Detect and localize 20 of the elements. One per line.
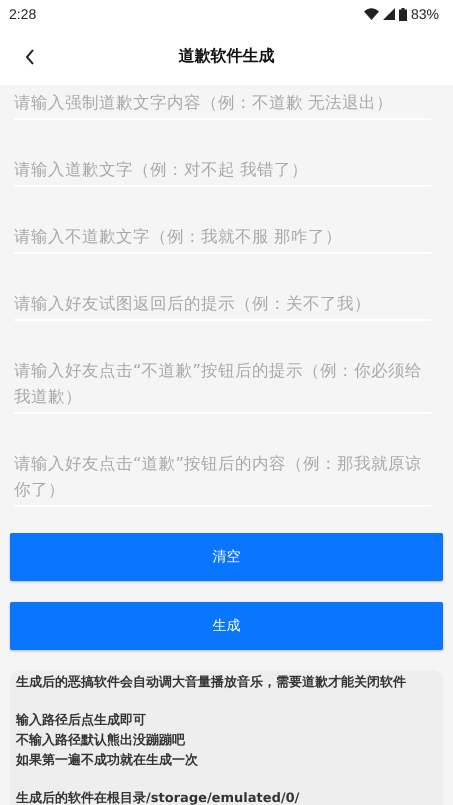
input-field[interactable]: 请输入好友点击“不道歉”按钮后的提示（例：你必须给我道歉） <box>14 358 431 412</box>
note-text: 生成后的恶搞软件会自动调大音量播放音乐，需要道歉才能关闭软件 <box>16 674 407 692</box>
note-text: 生成后的软件在根目录/storage/emulated/0/ <box>16 790 300 805</box>
input-field[interactable]: 请输入道歉文字（例：对不起 我错了） <box>14 157 431 185</box>
input-field[interactable]: 请输入好友点击“道歉”按钮后的内容（例：那我就原谅你了） <box>14 451 431 505</box>
action-button[interactable]: 清空 <box>10 533 443 581</box>
input-field[interactable]: 请输入好友试图返回后的提示（例：关不了我） <box>14 291 431 319</box>
input-field[interactable]: 请输入强制道歉文字内容（例：不道歉 无法退出） <box>14 90 431 118</box>
page-title: 道歉软件生成 <box>178 46 274 67</box>
input-field[interactable]: 请输入不道歉文字（例：我就不服 那咋了） <box>14 224 431 252</box>
note-text: 不输入路径默认熊出没蹦蹦吧 <box>16 732 186 750</box>
wifi-icon <box>364 8 379 20</box>
status-time: 2:28 <box>9 6 36 22</box>
signal-icon <box>382 8 395 20</box>
battery-percent: 83% <box>410 6 439 22</box>
note-text: 如果第一遍不成功就在生成一次 <box>16 752 199 770</box>
back-icon <box>24 48 36 66</box>
action-button[interactable]: 生成 <box>10 602 443 650</box>
battery-icon <box>398 8 407 20</box>
note-text: 输入路径后点生成即可 <box>16 712 147 730</box>
